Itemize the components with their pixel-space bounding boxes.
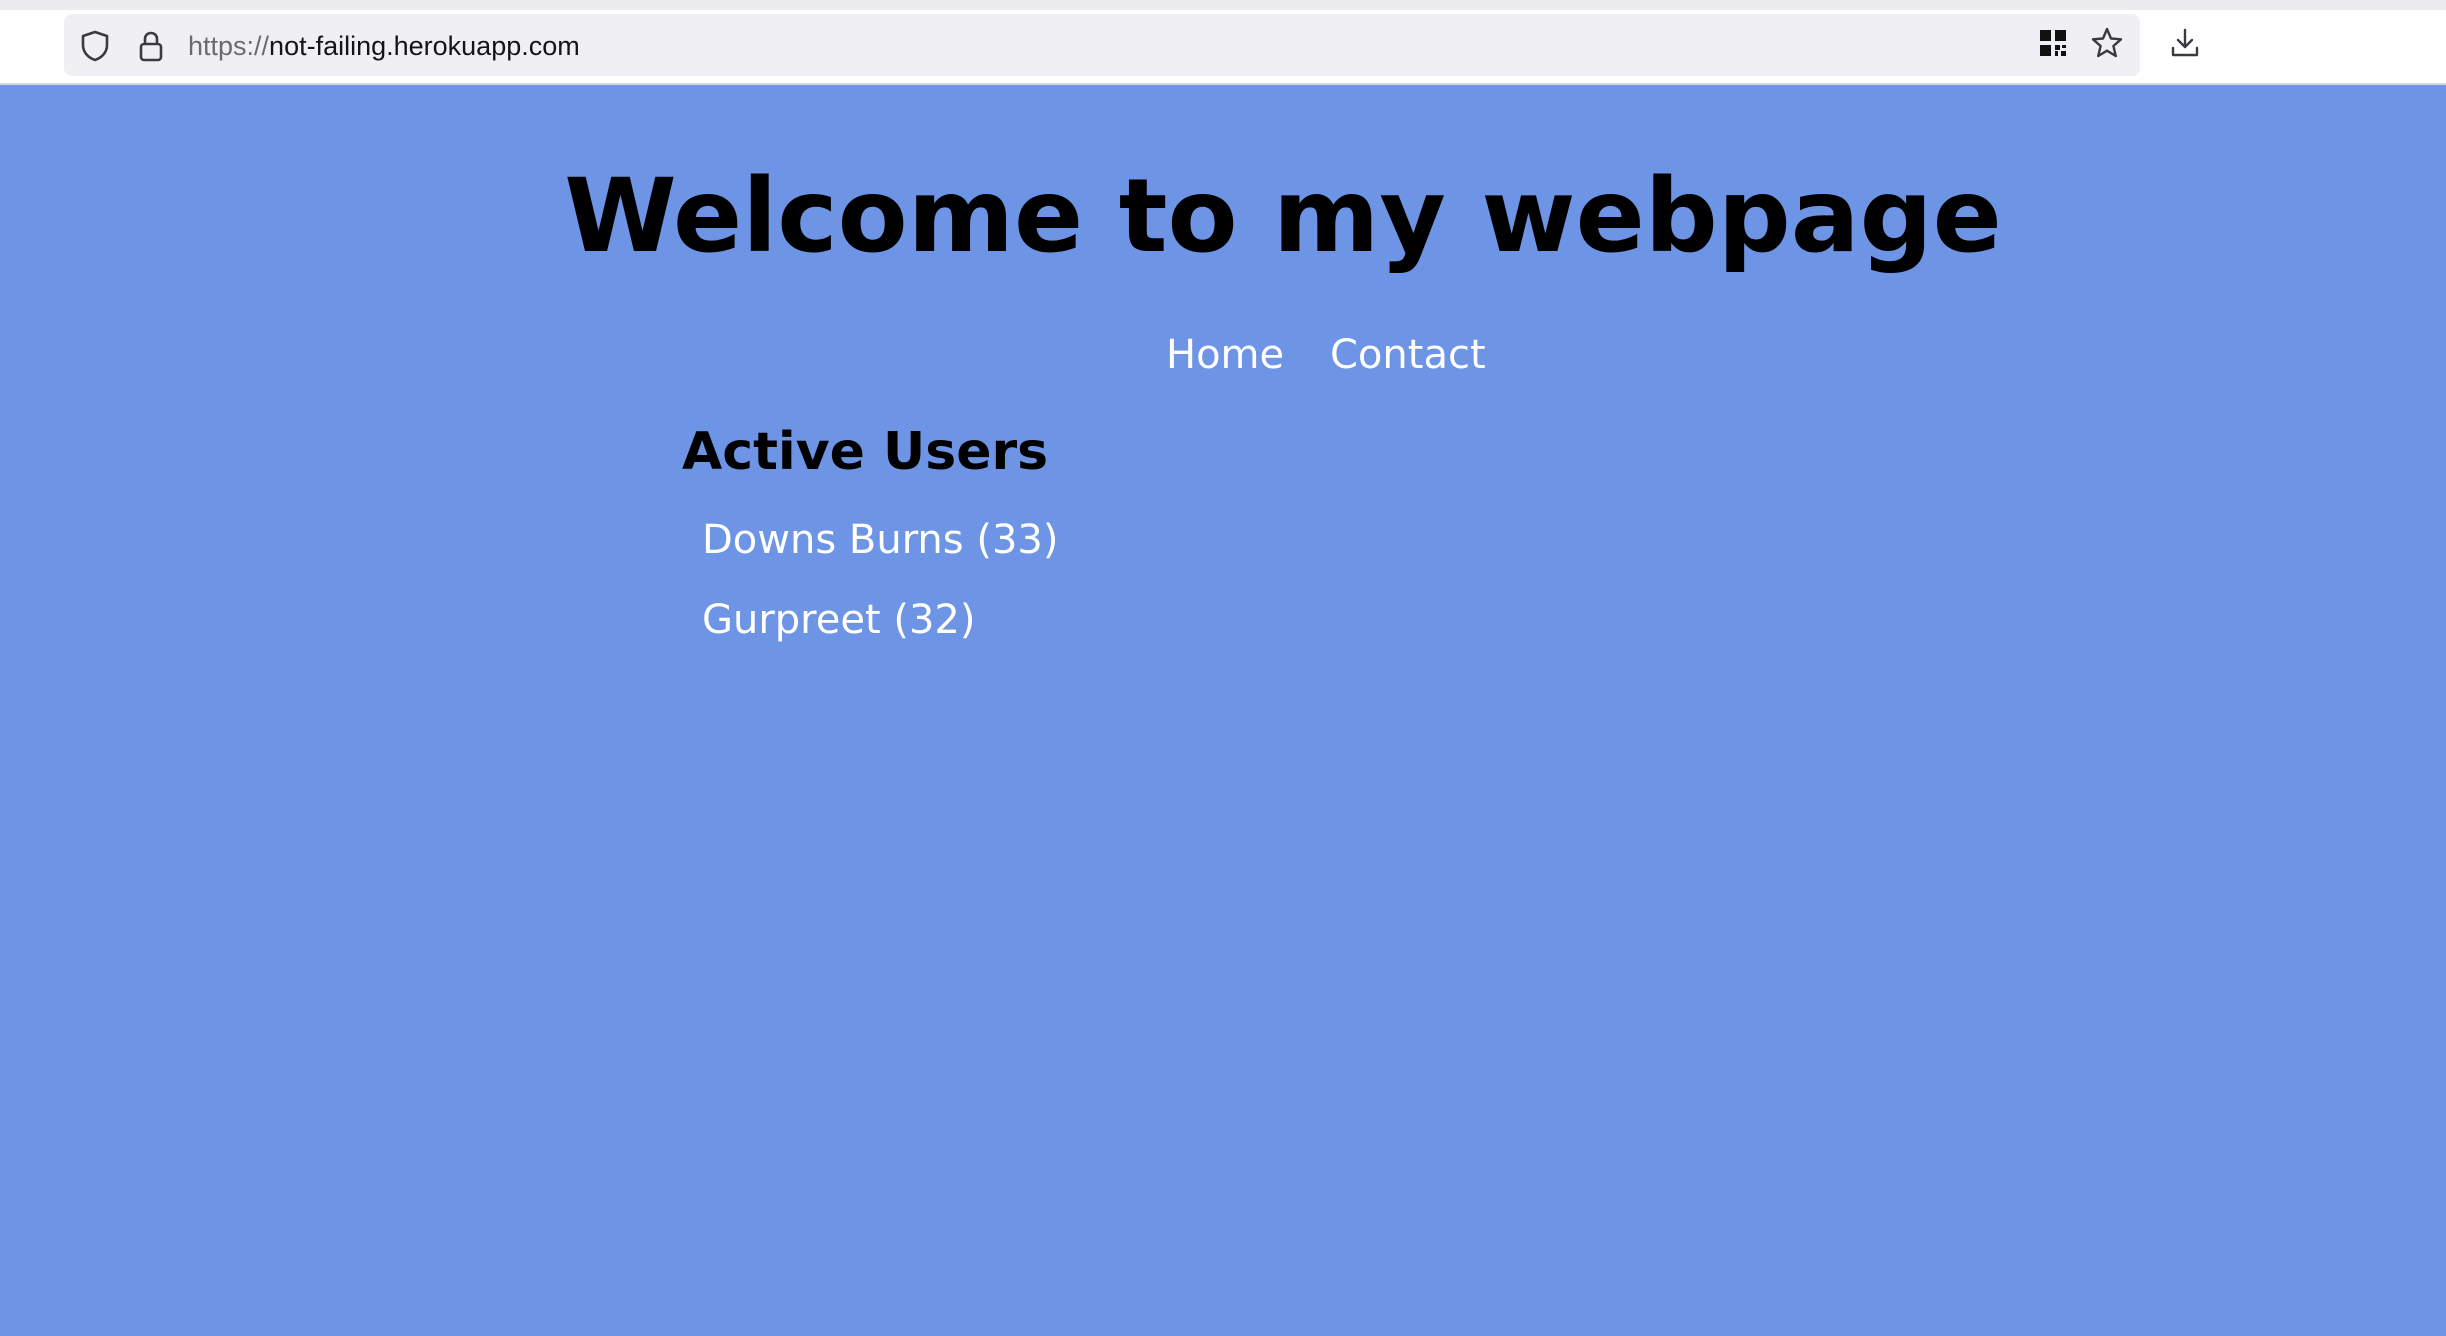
page-content: Welcome to my webpage Home Contact Activ… — [0, 85, 2446, 1336]
lock-icon[interactable] — [134, 29, 168, 63]
main-nav: Home Contact — [0, 325, 2446, 385]
browser-toolbar: https://not-failing.herokuapp.com — [0, 0, 2446, 85]
download-icon[interactable] — [2168, 26, 2202, 60]
address-bar[interactable]: https://not-failing.herokuapp.com — [64, 14, 2140, 76]
list-item: Gurpreet (32) — [702, 597, 976, 643]
nav-link-contact[interactable]: Contact — [1330, 325, 1486, 385]
qr-code-icon[interactable] — [2036, 26, 2070, 60]
page-title: Welcome to my webpage — [564, 157, 2002, 276]
active-users-heading: Active Users — [682, 422, 1049, 482]
nav-link-home[interactable]: Home — [1166, 325, 1284, 385]
star-icon[interactable] — [2090, 26, 2124, 60]
url-scheme: https:// — [188, 31, 270, 61]
url-text[interactable]: https://not-failing.herokuapp.com — [188, 29, 580, 63]
list-item: Downs Burns (33) — [702, 517, 1059, 563]
shield-icon[interactable] — [78, 29, 112, 63]
url-host: not-failing.herokuapp.com — [269, 31, 580, 61]
active-users-list: Downs Burns (33) Gurpreet (32) — [702, 510, 1058, 670]
tab-strip-edge — [0, 0, 2446, 10]
